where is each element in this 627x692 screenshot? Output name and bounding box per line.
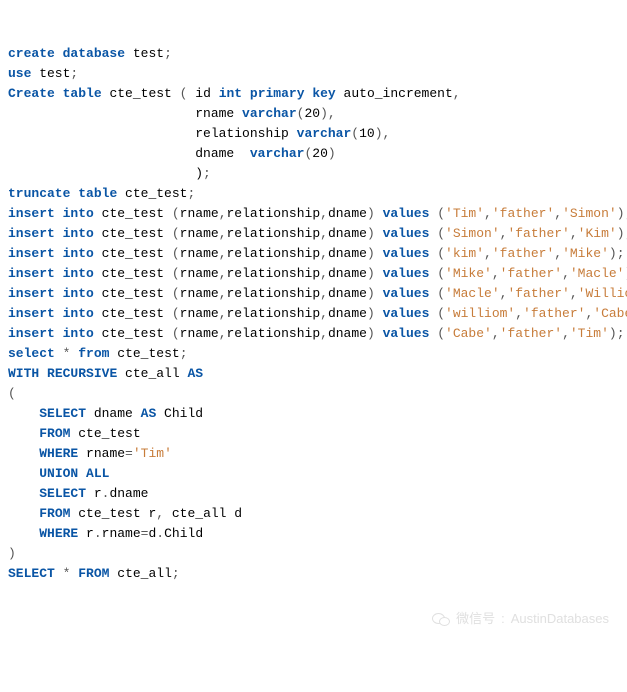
watermark-label: 微信号 — [456, 609, 495, 629]
code-line: ) — [8, 544, 623, 564]
code-line: SELECT r.dname — [8, 484, 623, 504]
code-line: insert into cte_test (rname,relationship… — [8, 324, 623, 344]
code-line: WHERE r.rname=d.Child — [8, 524, 623, 544]
code-line: insert into cte_test (rname,relationship… — [8, 204, 623, 224]
code-line: select * from cte_test; — [8, 344, 623, 364]
code-line: insert into cte_test (rname,relationship… — [8, 304, 623, 324]
code-line: ( — [8, 384, 623, 404]
code-line: SELECT * FROM cte_all; — [8, 564, 623, 584]
code-line: truncate table cte_test; — [8, 184, 623, 204]
code-line: FROM cte_test — [8, 424, 623, 444]
code-line: UNION ALL — [8, 464, 623, 484]
code-block: create database test;use test;Create tab… — [8, 44, 623, 584]
code-line: FROM cte_test r, cte_all d — [8, 504, 623, 524]
code-line: SELECT dname AS Child — [8, 404, 623, 424]
code-line: dname varchar(20) — [8, 144, 623, 164]
code-line: rname varchar(20), — [8, 104, 623, 124]
code-line: relationship varchar(10), — [8, 124, 623, 144]
code-line: insert into cte_test (rname,relationship… — [8, 264, 623, 284]
code-line: WITH RECURSIVE cte_all AS — [8, 364, 623, 384]
code-line: ); — [8, 164, 623, 184]
code-line: use test; — [8, 64, 623, 84]
code-line: create database test; — [8, 44, 623, 64]
code-editor: create database test;use test;Create tab… — [0, 0, 627, 647]
code-line: insert into cte_test (rname,relationship… — [8, 224, 623, 244]
watermark-value: AustinDatabases — [511, 609, 609, 629]
code-line: insert into cte_test (rname,relationship… — [8, 284, 623, 304]
code-line: insert into cte_test (rname,relationship… — [8, 244, 623, 264]
code-line: Create table cte_test ( id int primary k… — [8, 84, 623, 104]
code-line: WHERE rname='Tim' — [8, 444, 623, 464]
watermark: 微信号: AustinDatabases — [432, 609, 609, 629]
wechat-icon — [432, 612, 450, 627]
watermark-sep: : — [501, 609, 505, 629]
